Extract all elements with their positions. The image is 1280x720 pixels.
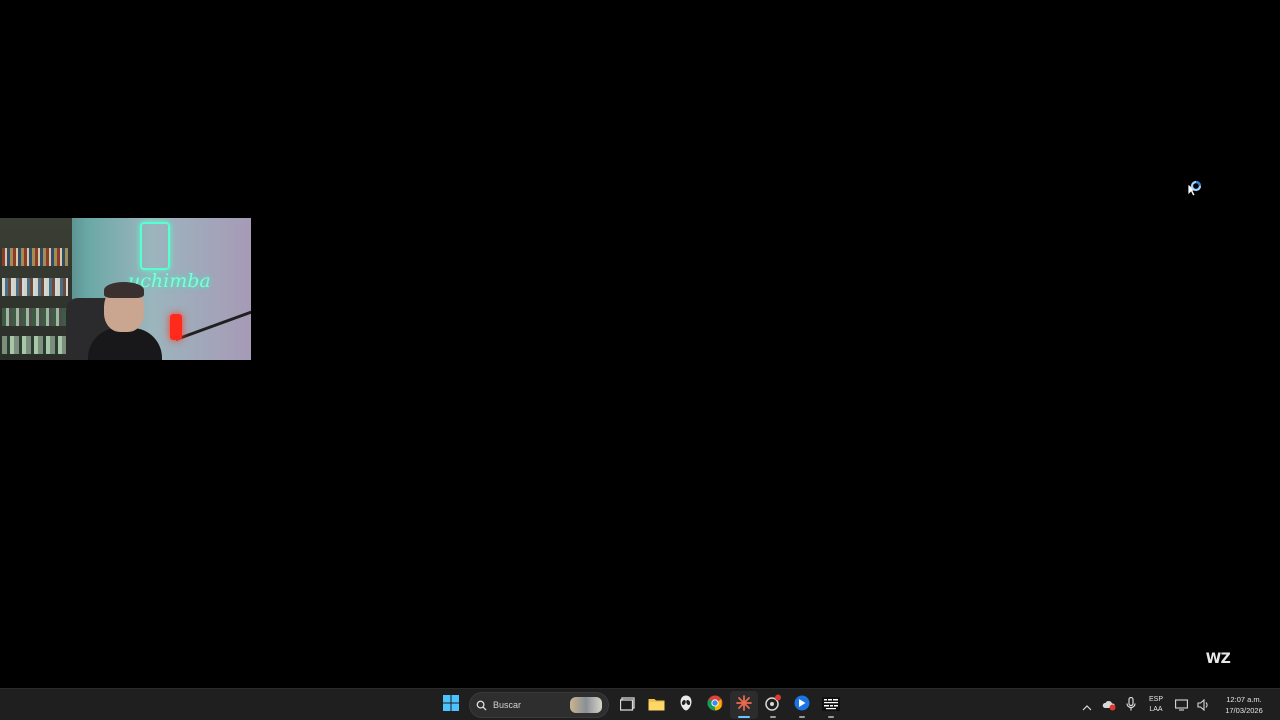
bookshelf <box>0 218 72 360</box>
language-code: ESP <box>1148 696 1163 703</box>
running-indicator <box>798 716 805 718</box>
start-button[interactable] <box>437 691 465 719</box>
task-view-icon <box>619 696 636 715</box>
taskbar-center: Buscar <box>436 689 845 720</box>
streamer-hair <box>104 282 144 298</box>
taskbar-search[interactable]: Buscar <box>469 692 609 718</box>
wz-watermark: WZ <box>1205 651 1231 667</box>
tray-app-button[interactable] <box>1098 691 1120 719</box>
desktop: uchimba WZ Buscar ESP LAA 12:07 a.m. 17/… <box>0 0 1280 720</box>
neon-logo <box>140 222 170 270</box>
alien-icon <box>680 695 692 715</box>
file-explorer-button[interactable] <box>643 691 671 719</box>
mic-arm <box>175 310 251 341</box>
chevron-up-icon <box>1082 696 1092 715</box>
folder-icon <box>648 696 665 715</box>
show-hidden-icons-button[interactable] <box>1076 691 1098 719</box>
call-of-duty-button[interactable] <box>817 691 845 719</box>
clock[interactable]: 12:07 a.m. 17/03/2026 <box>1214 694 1274 716</box>
running-indicator <box>769 716 776 718</box>
cloud-alert-icon <box>1102 696 1116 715</box>
running-indicator <box>827 716 834 718</box>
burst-app-button[interactable] <box>729 691 758 719</box>
microphone <box>170 314 182 340</box>
gear-badge-icon <box>764 694 782 716</box>
task-view-button[interactable] <box>614 691 642 719</box>
clock-time: 12:07 a.m. <box>1226 695 1262 704</box>
blue-app-icon <box>794 695 810 715</box>
keyboard-layout: LAA <box>1149 706 1163 713</box>
network-icon <box>1174 696 1188 715</box>
blue-app-button[interactable] <box>788 691 816 719</box>
language-indicator[interactable]: ESP LAA <box>1142 695 1170 715</box>
search-label: Buscar <box>493 700 522 710</box>
search-highlight-art <box>570 697 602 713</box>
busy-cursor-icon <box>1186 180 1206 200</box>
speaker-icon <box>1196 696 1210 715</box>
volume-button[interactable] <box>1192 691 1214 719</box>
microphone-icon <box>1126 696 1136 715</box>
burst-icon <box>735 695 752 715</box>
alienware-button[interactable] <box>672 691 700 719</box>
clock-date: 17/03/2026 <box>1225 706 1263 715</box>
badge-app-button[interactable] <box>759 691 787 719</box>
chrome-icon <box>706 695 723 715</box>
search-icon <box>476 696 487 715</box>
active-indicator <box>737 716 750 718</box>
chrome-button[interactable] <box>701 691 729 719</box>
system-tray: ESP LAA 12:07 a.m. 17/03/2026 <box>1076 689 1280 720</box>
webcam-overlay: uchimba <box>0 218 251 360</box>
network-button[interactable] <box>1170 691 1192 719</box>
taskbar: Buscar ESP LAA 12:07 a.m. 17/03/2026 <box>0 688 1280 720</box>
microphone-button[interactable] <box>1120 691 1142 719</box>
cod-icon <box>821 696 840 715</box>
windows-logo-icon <box>442 695 459 715</box>
